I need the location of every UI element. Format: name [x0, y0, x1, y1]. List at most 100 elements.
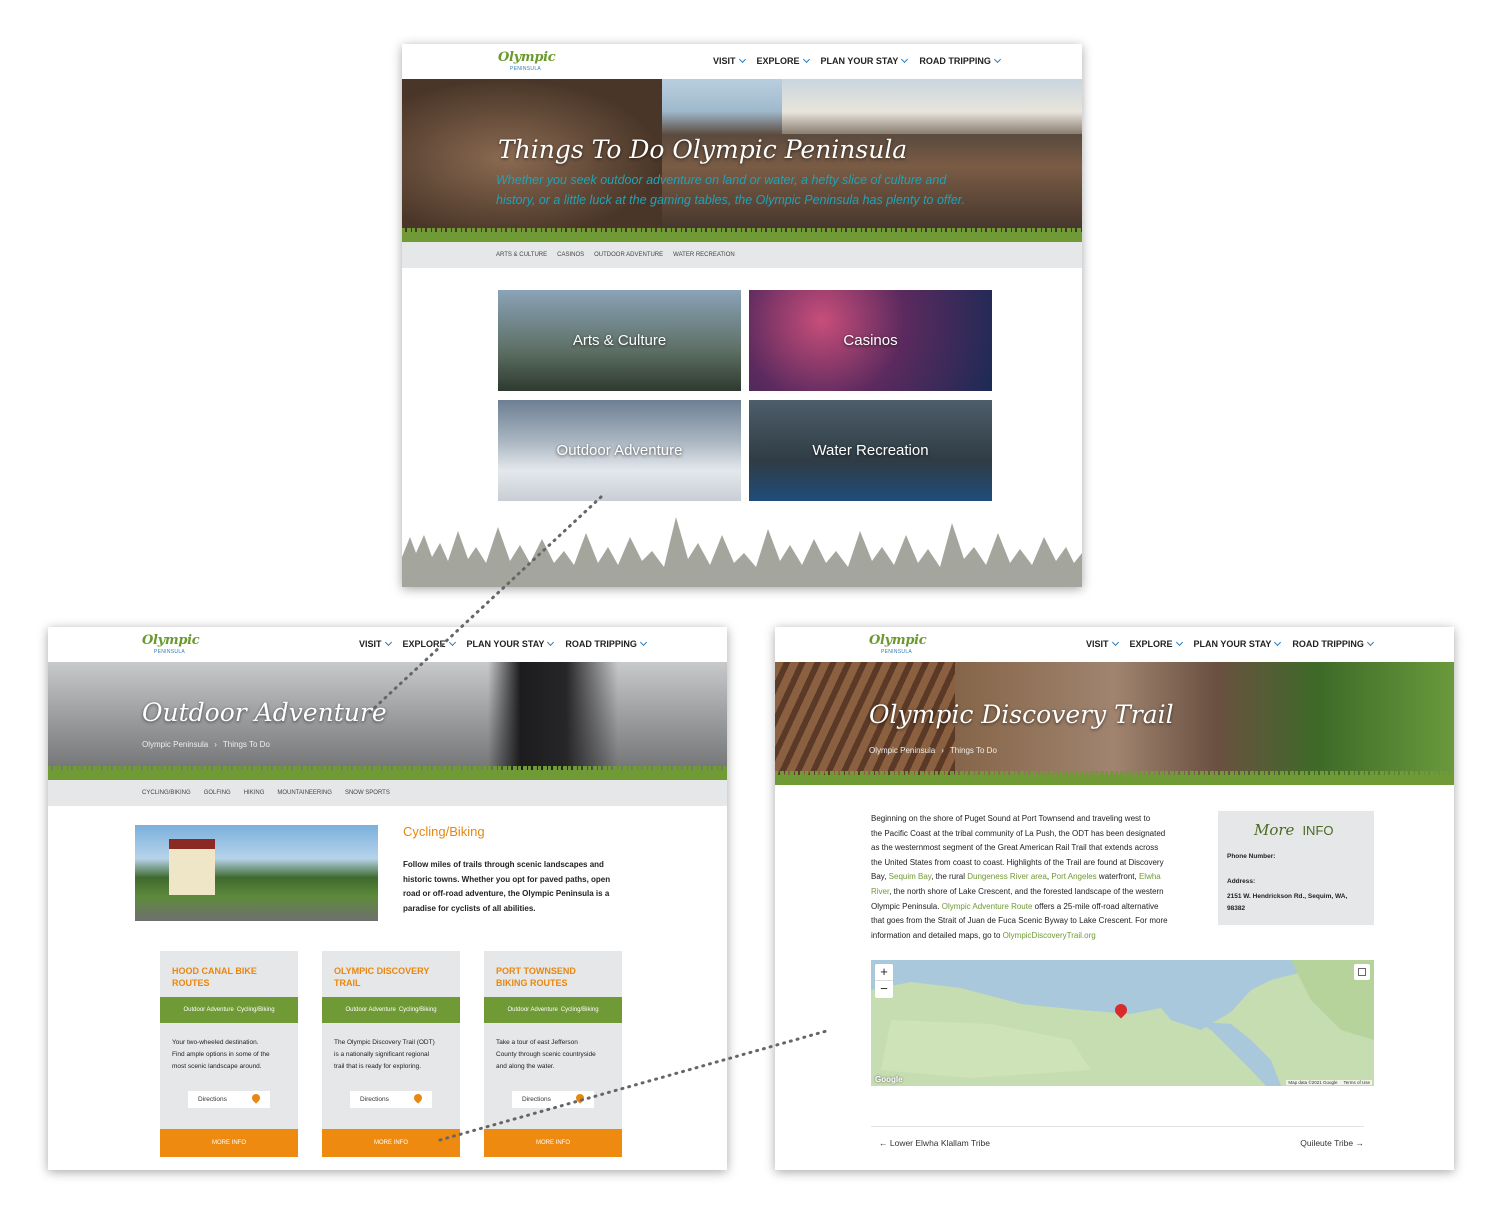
tile-arts-culture[interactable]: Arts & Culture: [498, 290, 741, 391]
chevron-down-icon: [1175, 638, 1183, 647]
directions-button[interactable]: Directions: [512, 1091, 594, 1108]
more-info-box: More INFO Phone Number: Address: 2151 W.…: [1218, 811, 1374, 925]
cycling-image: [135, 825, 378, 921]
chevron-down-icon: [448, 638, 456, 647]
hero-banner: Things To Do Olympic Peninsula Whether y…: [402, 79, 1082, 239]
card-title[interactable]: HOOD CANAL BIKE ROUTES: [172, 965, 290, 989]
main-nav: VISIT EXPLORE PLAN YOUR STAY ROAD TRIPPI…: [713, 55, 1001, 66]
tile-water-recreation[interactable]: Water Recreation: [749, 400, 992, 501]
chevron-down-icon: [1366, 638, 1374, 647]
subnav-arts-culture[interactable]: ARTS & CULTURE: [496, 252, 547, 258]
zoom-in-button[interactable]: +: [875, 964, 893, 980]
hiker-image: [488, 662, 618, 777]
nav-road-tripping[interactable]: ROAD TRIPPING: [1292, 638, 1374, 649]
site-header: Olympic PENINSULA VISIT EXPLORE PLAN YOU…: [775, 627, 1454, 665]
nav-visit[interactable]: VISIT: [1086, 638, 1119, 649]
zoom-out-button[interactable]: −: [875, 980, 893, 997]
nav-explore[interactable]: EXPLORE: [1130, 638, 1183, 649]
tile-casinos[interactable]: Casinos: [749, 290, 992, 391]
site-header: Olympic PENINSULA VISIT EXPLORE PLAN YOU…: [402, 44, 1082, 82]
site-header: Olympic PENINSULA VISIT EXPLORE PLAN YOU…: [48, 627, 727, 665]
card-description: The Olympic Discovery Trail (ODT) is a na…: [334, 1039, 435, 1070]
chevron-down-icon: [738, 55, 746, 64]
more-info-button[interactable]: MORE INFO: [160, 1129, 298, 1157]
link-elwha-river[interactable]: Elwha: [1139, 872, 1161, 881]
chevron-down-icon: [993, 55, 1001, 64]
divider: [871, 1126, 1364, 1127]
card-tags: Outdoor Adventure Cycling/Biking: [160, 997, 298, 1023]
tree-silhouette: [402, 517, 1082, 587]
link-elwha-river[interactable]: River: [871, 887, 889, 896]
sub-nav: CYCLING/BIKING GOLFING HIKING MOUNTAINEE…: [48, 780, 727, 806]
nav-plan-your-stay[interactable]: PLAN YOUR STAY: [821, 55, 909, 66]
map-pin-icon: [412, 1092, 424, 1104]
outdoor-adventure-page: Olympic PENINSULA VISIT EXPLORE PLAN YOU…: [48, 627, 727, 1170]
nav-road-tripping[interactable]: ROAD TRIPPING: [565, 638, 647, 649]
card-tags: Outdoor Adventure Cycling/Biking: [322, 997, 460, 1023]
directions-button[interactable]: Directions: [188, 1091, 270, 1108]
site-logo[interactable]: Olympic PENINSULA: [142, 633, 200, 661]
nav-plan-your-stay[interactable]: PLAN YOUR STAY: [467, 638, 555, 649]
discovery-trail-page: Olympic PENINSULA VISIT EXPLORE PLAN YOU…: [775, 627, 1454, 1170]
link-dungeness-river[interactable]: Dungeness River area: [967, 872, 1047, 881]
route-card: OLYMPIC DISCOVERY TRAIL Outdoor Adventure…: [322, 951, 460, 1157]
info-title: More INFO: [1254, 821, 1334, 839]
nav-explore[interactable]: EXPLORE: [403, 638, 456, 649]
chevron-down-icon: [802, 55, 810, 64]
route-card: HOOD CANAL BIKE ROUTES Outdoor Adventure C…: [160, 951, 298, 1157]
chevron-down-icon: [1274, 638, 1282, 647]
subnav-mountaineering[interactable]: MOUNTAINEERING: [277, 790, 332, 796]
page-tagline: Whether you seek outdoor adventure on la…: [496, 173, 965, 207]
info-address: 2151 W. Hendrickson Rd., Sequim, WA, 983…: [1227, 893, 1348, 912]
chevron-right-icon: ›: [941, 746, 944, 755]
subnav-casinos[interactable]: CASINOS: [557, 252, 584, 258]
chevron-down-icon: [547, 638, 555, 647]
hero-banner: Olympic Discovery Trail Olympic Peninsul…: [775, 662, 1454, 782]
subnav-snow-sports[interactable]: SNOW SPORTS: [345, 790, 390, 796]
map-pin-icon: [574, 1092, 586, 1104]
link-adventure-route[interactable]: Olympic Adventure Route: [942, 902, 1033, 911]
map-pin-icon: [250, 1092, 262, 1104]
site-logo[interactable]: Olympic PENINSULA: [498, 50, 556, 78]
link-sequim-bay[interactable]: Sequim Bay: [889, 872, 932, 881]
chevron-right-icon: ›: [214, 740, 217, 749]
card-description: Take a tour of east Jefferson County thro…: [496, 1039, 596, 1070]
chevron-down-icon: [639, 638, 647, 647]
next-post-link[interactable]: Quileute Tribe →: [1300, 1138, 1364, 1148]
prev-post-link[interactable]: ← Lower Elwha Klallam Tribe: [879, 1138, 990, 1148]
subnav-golfing[interactable]: GOLFING: [204, 790, 231, 796]
fullscreen-button[interactable]: [1354, 964, 1370, 980]
route-card: PORT TOWNSEND BIKING ROUTES Outdoor Adven…: [484, 951, 622, 1157]
link-odt-website[interactable]: OlympicDiscoveryTrail.org: [1003, 931, 1096, 940]
google-logo: Google: [875, 1075, 903, 1084]
nav-plan-your-stay[interactable]: PLAN YOUR STAY: [1194, 638, 1282, 649]
link-port-angeles[interactable]: Port Angeles: [1051, 872, 1096, 881]
subnav-cycling[interactable]: CYCLING/BIKING: [142, 790, 191, 796]
nav-road-tripping[interactable]: ROAD TRIPPING: [919, 55, 1001, 66]
nav-visit[interactable]: VISIT: [359, 638, 392, 649]
more-info-button[interactable]: MORE INFO: [322, 1129, 460, 1157]
chevron-down-icon: [901, 55, 909, 64]
trail-map[interactable]: + − Google Map data ©2021 Google Terms o…: [871, 960, 1374, 1086]
breadcrumb: Olympic Peninsula › Things To Do: [142, 740, 270, 749]
card-title[interactable]: PORT TOWNSEND BIKING ROUTES: [496, 965, 614, 989]
tile-outdoor-adventure[interactable]: Outdoor Adventure: [498, 400, 741, 501]
nav-visit[interactable]: VISIT: [713, 55, 746, 66]
breadcrumb: Olympic Peninsula › Things To Do: [869, 746, 997, 755]
chevron-down-icon: [384, 638, 392, 647]
main-nav: VISIT EXPLORE PLAN YOUR STAY ROAD TRIPPI…: [359, 638, 647, 649]
more-info-button[interactable]: MORE INFO: [484, 1129, 622, 1157]
directions-button[interactable]: Directions: [350, 1091, 432, 1108]
things-to-do-page: Olympic PENINSULA VISIT EXPLORE PLAN YOU…: [402, 44, 1082, 587]
subnav-water-recreation[interactable]: WATER RECREATION: [673, 252, 735, 258]
fullscreen-icon: [1358, 968, 1366, 976]
card-title[interactable]: OLYMPIC DISCOVERY TRAIL: [334, 965, 452, 989]
subnav-outdoor-adventure[interactable]: OUTDOOR ADVENTURE: [594, 252, 663, 258]
card-tags: Outdoor Adventure Cycling/Biking: [484, 997, 622, 1023]
page-title: Things To Do Olympic Peninsula: [498, 135, 908, 164]
subnav-hiking[interactable]: HIKING: [244, 790, 265, 796]
nav-explore[interactable]: EXPLORE: [757, 55, 810, 66]
hero-banner: Outdoor Adventure Olympic Peninsula › Thin…: [48, 662, 727, 777]
site-logo[interactable]: Olympic PENINSULA: [869, 633, 927, 661]
page-title: Outdoor Adventure: [142, 698, 387, 727]
